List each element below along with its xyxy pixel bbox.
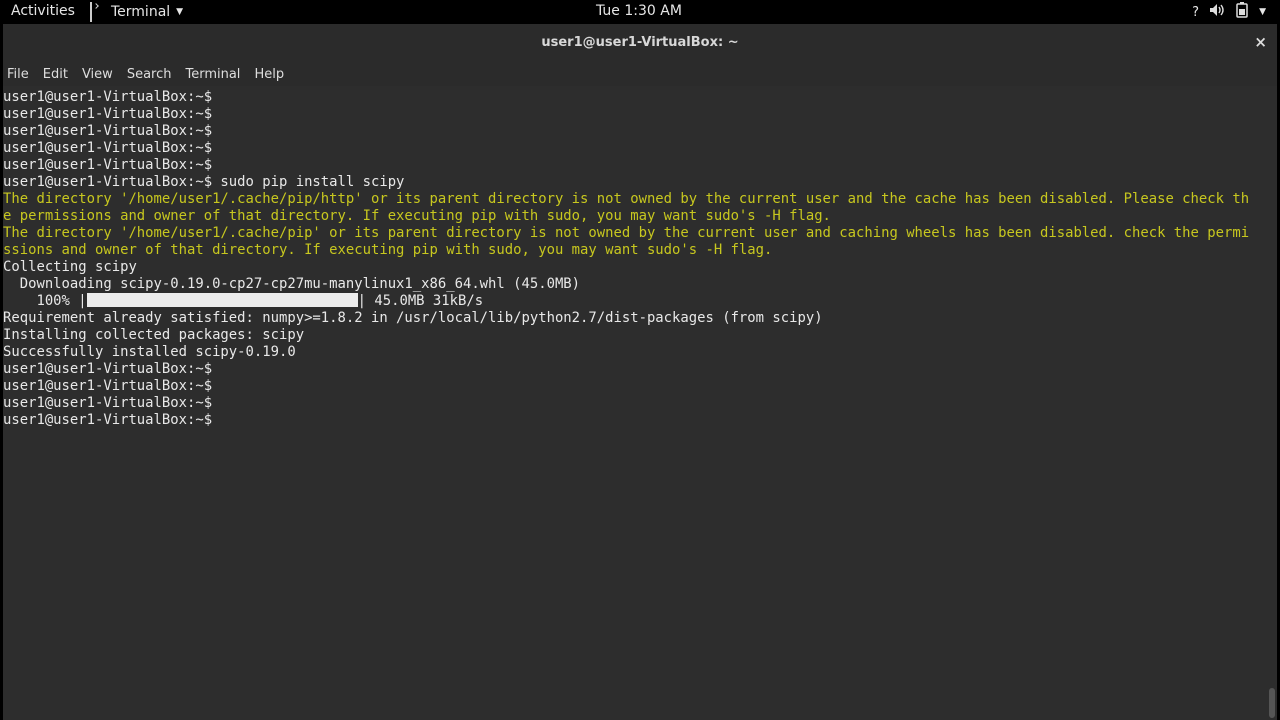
window-title: user1@user1-VirtualBox: ~ <box>541 35 739 50</box>
terminal-line: e permissions and owner of that director… <box>3 208 831 224</box>
terminal-line: user1@user1-VirtualBox:~$ <box>3 140 213 156</box>
terminal-line: user1@user1-VirtualBox:~$ <box>3 157 213 173</box>
terminal-line: Downloading scipy-0.19.0-cp27-cp27mu-man… <box>3 276 581 292</box>
terminal-line: Successfully installed scipy-0.19.0 <box>3 344 296 360</box>
menu-bar: File Edit View Search Terminal Help <box>3 62 1277 86</box>
clock[interactable]: Tue 1:30 AM <box>596 3 682 19</box>
terminal-line: user1@user1-VirtualBox:~$ <box>3 106 213 122</box>
progress-prefix: 100% | <box>3 293 87 309</box>
scrollbar-thumb[interactable] <box>1269 688 1275 718</box>
menu-terminal[interactable]: Terminal <box>181 67 248 82</box>
terminal-line: ssions and owner of that directory. If e… <box>3 242 773 258</box>
battery-icon[interactable] <box>1235 2 1249 22</box>
menu-help[interactable]: Help <box>250 67 292 82</box>
terminal-line: user1@user1-VirtualBox:~$ sudo pip insta… <box>3 174 405 190</box>
app-menu-label: Terminal <box>111 4 171 20</box>
menu-file[interactable]: File <box>3 67 37 82</box>
terminal-line: user1@user1-VirtualBox:~$ <box>3 123 213 139</box>
menu-view[interactable]: View <box>78 67 121 82</box>
window-titlebar[interactable]: user1@user1-VirtualBox: ~ × <box>3 24 1277 62</box>
terminal-line: user1@user1-VirtualBox:~$ <box>3 361 213 377</box>
terminal-line: Installing collected packages: scipy <box>3 327 305 343</box>
close-icon[interactable]: × <box>1254 33 1267 51</box>
progress-bar <box>86 293 358 307</box>
volume-icon[interactable] <box>1209 3 1225 21</box>
activities-button[interactable]: Activities <box>11 3 75 19</box>
menu-search[interactable]: Search <box>123 67 180 82</box>
system-tray[interactable]: ? ▼ <box>1192 0 1266 24</box>
app-menu[interactable]: Terminal ▼ <box>90 0 183 24</box>
terminal-line: Requirement already satisfied: numpy>=1.… <box>3 310 823 326</box>
terminal-line: user1@user1-VirtualBox:~$ <box>3 395 213 411</box>
progress-suffix: | 45.0MB 31kB/s <box>357 293 484 309</box>
progress-line: 100% | | 45.0MB 31kB/s <box>3 293 483 310</box>
scrollbar[interactable] <box>1269 89 1275 720</box>
terminal-window: user1@user1-VirtualBox: ~ × File Edit Vi… <box>3 24 1277 720</box>
terminal-line: The directory '/home/user1/.cache/pip' o… <box>3 225 1250 241</box>
terminal-line: user1@user1-VirtualBox:~$ <box>3 412 221 428</box>
top-bar: Activities Terminal ▼ Tue 1:30 AM ? ▼ <box>0 0 1280 24</box>
terminal-output[interactable]: user1@user1-VirtualBox:~$ user1@user1-Vir… <box>3 89 1269 720</box>
terminal-line: Collecting scipy <box>3 259 137 275</box>
terminal-app-icon <box>90 2 106 22</box>
app-menu-caret-icon: ▼ <box>176 7 184 17</box>
terminal-line: The directory '/home/user1/.cache/pip/ht… <box>3 191 1250 207</box>
terminal-line: user1@user1-VirtualBox:~$ <box>3 89 213 105</box>
question-icon[interactable]: ? <box>1192 5 1199 20</box>
chevron-down-icon[interactable]: ▼ <box>1259 7 1266 17</box>
terminal-line: user1@user1-VirtualBox:~$ <box>3 378 213 394</box>
menu-edit[interactable]: Edit <box>39 67 76 82</box>
